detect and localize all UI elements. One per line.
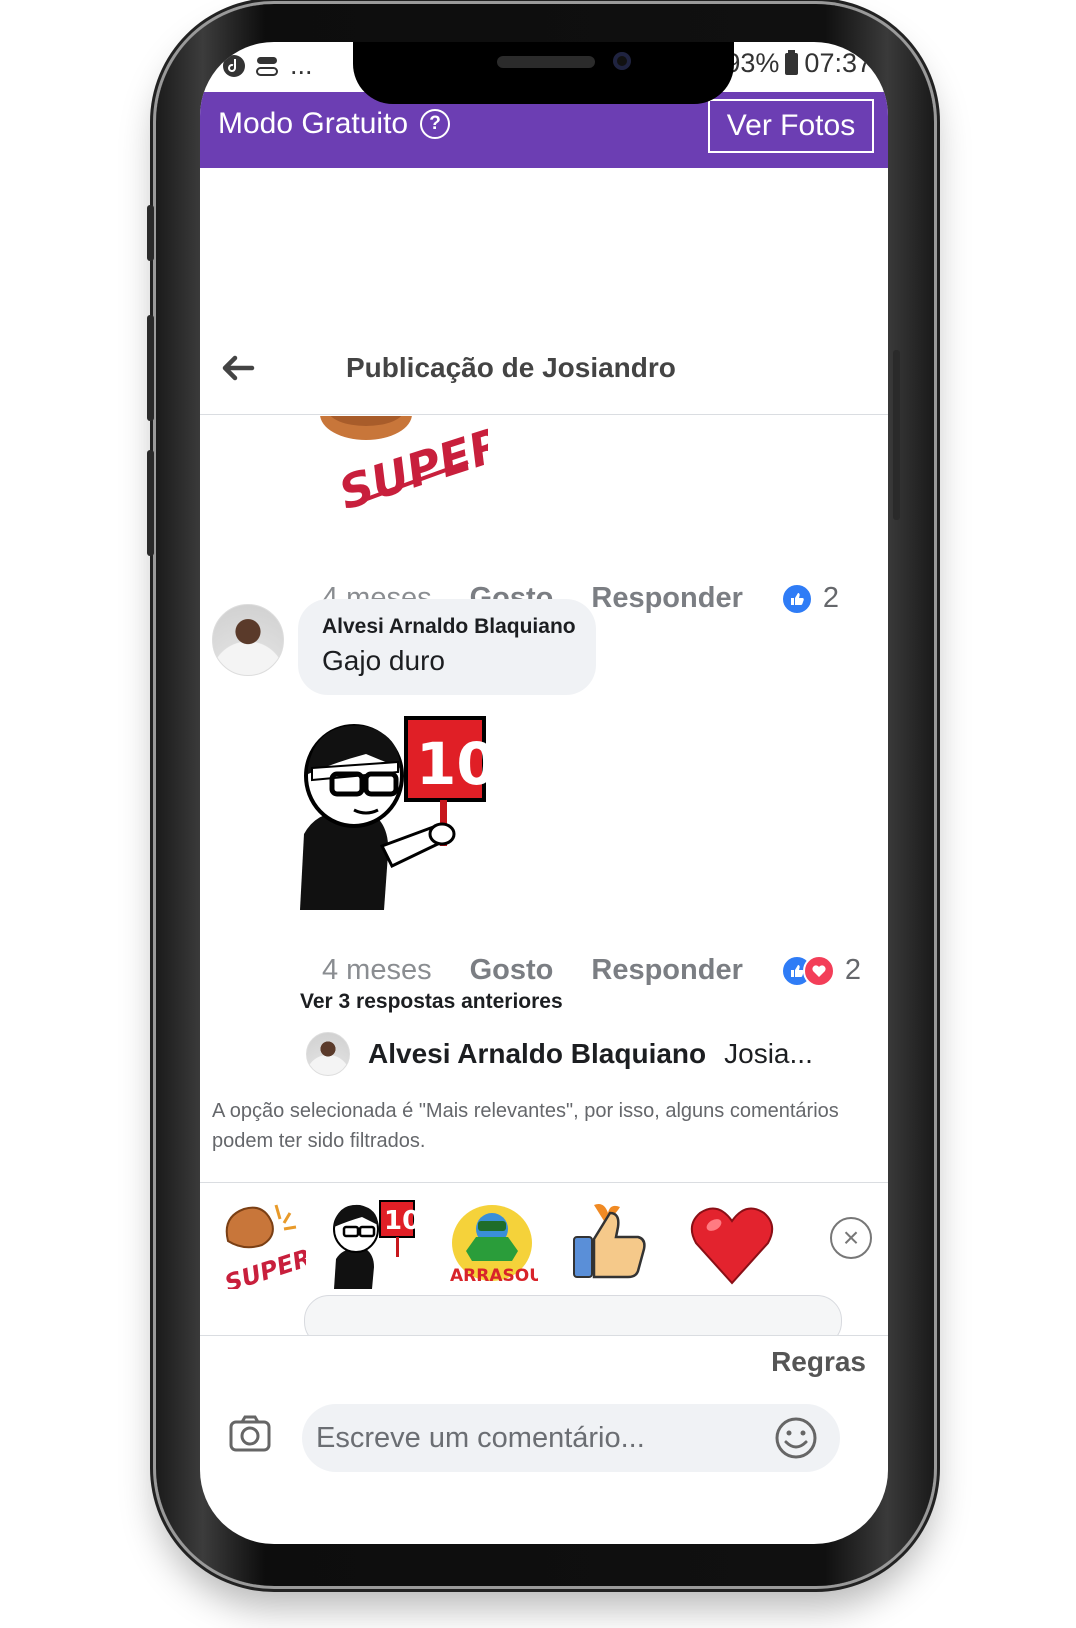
comment-composer bbox=[200, 1402, 888, 1482]
score-ten-sticker: 10 bbox=[300, 716, 496, 910]
view-previous-replies-link[interactable]: Ver 3 respostas anteriores bbox=[300, 990, 563, 1014]
free-mode-label: Modo Gratuito bbox=[218, 107, 409, 140]
emoji-icon[interactable] bbox=[774, 1416, 818, 1460]
notch bbox=[353, 42, 734, 104]
volume-down-button bbox=[147, 450, 154, 556]
super-clap-sticker[interactable]: SUPER! bbox=[214, 1197, 306, 1289]
heart-sticker[interactable] bbox=[686, 1197, 778, 1289]
view-photos-button[interactable]: Ver Fotos bbox=[708, 99, 874, 153]
reaction-count: 2 bbox=[844, 954, 862, 986]
status-more: ... bbox=[290, 50, 313, 80]
super-clap-sticker: SUPER! bbox=[320, 416, 488, 508]
status-icons-right: 93% 07:37 bbox=[725, 48, 872, 79]
sticker-tray: SUPER! 10 ARRASOU! × bbox=[200, 1182, 888, 1336]
reaction-icons bbox=[780, 954, 835, 987]
like-comment-button[interactable]: Gosto bbox=[470, 954, 554, 987]
filter-notice: A opção selecionada é "Mais relevantes",… bbox=[212, 1100, 839, 1152]
comment-author[interactable]: Alvesi Arnaldo Blaquiano bbox=[322, 615, 576, 639]
comment-bubble[interactable]: Alvesi Arnaldo Blaquiano Gajo duro bbox=[298, 599, 596, 695]
reaction-count: 2 bbox=[822, 582, 840, 614]
free-mode-title[interactable]: Modo Gratuito ? bbox=[218, 107, 451, 141]
earpiece-speaker bbox=[497, 56, 595, 68]
comment-text: Gajo duro bbox=[322, 645, 445, 676]
avatar[interactable] bbox=[306, 1032, 350, 1076]
toggle-icon bbox=[256, 56, 278, 76]
reply-comment-button[interactable]: Responder bbox=[591, 954, 742, 987]
mute-switch bbox=[147, 205, 154, 261]
arrasou-sticker-text: ARRASOU! bbox=[450, 1266, 538, 1286]
reaction-summary[interactable]: 2 bbox=[780, 582, 840, 615]
super-sticker-text: SUPER! bbox=[221, 1240, 306, 1289]
comment-time: 4 meses bbox=[322, 954, 432, 986]
page-title: Publicação de Josiandro bbox=[346, 352, 676, 383]
close-icon: × bbox=[842, 1222, 860, 1253]
score-ten-sticker[interactable]: 10 bbox=[328, 1197, 420, 1289]
power-button bbox=[893, 350, 900, 520]
help-icon[interactable]: ? bbox=[420, 109, 451, 139]
reply-author[interactable]: Alvesi Arnaldo Blaquiano bbox=[368, 1038, 706, 1070]
ten-sticker-text: 10 bbox=[416, 730, 496, 798]
front-camera bbox=[613, 52, 631, 70]
clock: 07:37 bbox=[804, 48, 872, 78]
phone-screen: ... 93% 07:37 Modo Gratuito ? Ver Fotos … bbox=[200, 42, 888, 1544]
avatar[interactable] bbox=[212, 604, 284, 676]
reply-comment-button[interactable]: Responder bbox=[591, 582, 742, 615]
reaction-summary[interactable]: 2 bbox=[780, 954, 862, 987]
volume-up-button bbox=[147, 315, 154, 421]
post-header: Publicação de Josiandro bbox=[200, 338, 888, 415]
hidden-comment-field bbox=[304, 1295, 842, 1335]
comment-input[interactable] bbox=[302, 1404, 840, 1472]
thumbs-up-sticker[interactable] bbox=[564, 1197, 656, 1289]
close-sticker-tray-button[interactable]: × bbox=[830, 1217, 872, 1259]
arrasou-sticker[interactable]: ARRASOU! bbox=[446, 1197, 538, 1289]
reply-preview[interactable]: Alvesi Arnaldo Blaquiano Josia... bbox=[306, 1032, 813, 1076]
comment-meta-row: 4 meses Gosto Responder 2 bbox=[322, 954, 861, 987]
back-arrow-icon[interactable] bbox=[218, 352, 258, 384]
love-reaction-icon bbox=[802, 954, 835, 987]
tiktok-icon bbox=[223, 54, 245, 77]
ten-sticker-text: 10 bbox=[384, 1206, 420, 1236]
battery-icon bbox=[785, 49, 799, 75]
rules-link[interactable]: Regras bbox=[771, 1346, 866, 1378]
camera-icon[interactable] bbox=[228, 1414, 272, 1454]
reply-snippet: Josia... bbox=[724, 1038, 813, 1069]
status-icons-left: ... bbox=[222, 50, 313, 81]
like-reaction-icon bbox=[780, 582, 813, 615]
comments-feed[interactable]: SUPER! 4 meses Gosto Responder 2 Alvesi … bbox=[200, 416, 888, 1180]
